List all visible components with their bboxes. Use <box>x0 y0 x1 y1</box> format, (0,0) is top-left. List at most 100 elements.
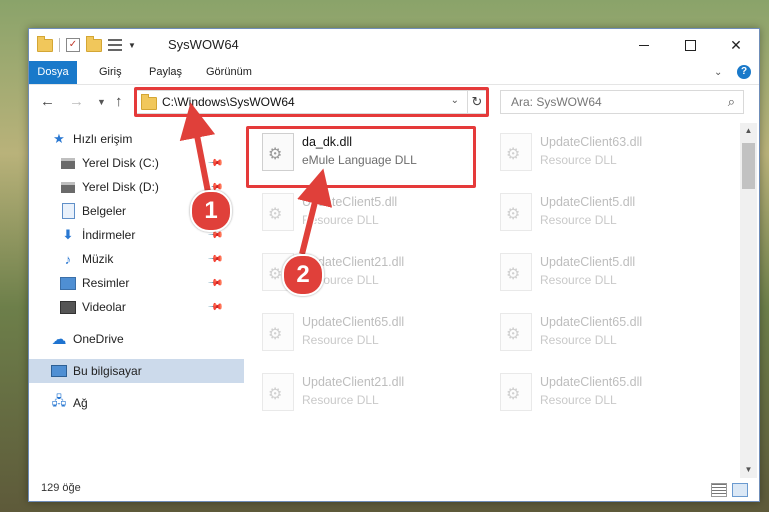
dll-file-icon <box>500 373 532 411</box>
dll-file-icon <box>262 133 294 171</box>
folder-icon <box>141 94 157 110</box>
file-type: Resource DLL <box>540 333 617 347</box>
sidebar-item-label: Müzik <box>82 252 114 266</box>
file-tile[interactable]: UpdateClient21.dll Resource DLL <box>248 367 468 419</box>
search-input[interactable] <box>509 94 713 110</box>
sidebar-item-label: Yerel Disk (C:) <box>82 156 159 170</box>
tab-share[interactable]: Paylaş <box>139 61 192 84</box>
file-name: UpdateClient63.dll <box>540 135 643 149</box>
chevron-down-icon[interactable]: ⌄ <box>451 95 459 106</box>
file-name: UpdateClient21.dll <box>302 375 405 389</box>
file-tile-da-dk[interactable]: da_dk.dll eMule Language DLL <box>248 127 468 179</box>
dll-file-icon <box>262 313 294 351</box>
network-icon: 🖧 <box>51 393 67 408</box>
file-type: Resource DLL <box>302 213 379 227</box>
recent-locations-chevron-icon[interactable]: ▼ <box>97 97 106 107</box>
file-name: UpdateClient65.dll <box>540 375 643 389</box>
scroll-down-icon[interactable]: ▼ <box>740 462 757 478</box>
dll-file-icon <box>500 253 532 291</box>
sidebar-item-this-pc[interactable]: Bu bilgisayar <box>29 359 244 383</box>
item-count: 129 öğe <box>41 482 81 494</box>
sidebar-item-label: Hızlı erişim <box>73 132 133 146</box>
sidebar-item-local-disk-c[interactable]: Yerel Disk (C:) 📌 <box>29 151 253 175</box>
dll-file-icon <box>500 193 532 231</box>
cloud-icon: ☁ <box>51 331 67 348</box>
file-type: Resource DLL <box>302 333 379 347</box>
minimize-icon <box>639 44 649 46</box>
file-type: Resource DLL <box>540 393 617 407</box>
tab-home[interactable]: Giriş <box>89 61 132 84</box>
chevron-down-icon[interactable]: ▼ <box>128 41 136 50</box>
file-tile[interactable]: UpdateClient5.dll Resource DLL <box>486 247 706 299</box>
pin-icon[interactable]: 📌 <box>207 251 224 268</box>
file-name: UpdateClient5.dll <box>540 255 636 269</box>
sidebar-item-network[interactable]: 🖧 Ağ <box>29 391 244 415</box>
maximize-button[interactable] <box>667 29 713 61</box>
forward-arrow-icon[interactable]: → <box>69 93 84 110</box>
search-box[interactable]: ⌕ <box>500 90 744 114</box>
close-button[interactable]: ✕ <box>713 29 759 61</box>
scrollbar-thumb[interactable] <box>742 143 755 189</box>
details-view-icon[interactable] <box>711 483 727 497</box>
tab-view[interactable]: Görünüm <box>196 61 262 84</box>
sidebar-item-quick-access[interactable]: ★ Hızlı erişim <box>29 127 244 151</box>
pin-icon[interactable]: 📌 <box>207 299 224 316</box>
file-tile[interactable]: UpdateClient63.dll Resource DLL <box>486 127 706 179</box>
file-name: da_dk.dll <box>302 135 353 149</box>
expand-ribbon-icon[interactable]: ⌄ <box>714 67 722 78</box>
properties-check-icon[interactable]: ✓ <box>66 38 80 52</box>
search-icon[interactable]: ⌕ <box>728 94 735 110</box>
file-name: UpdateClient65.dll <box>540 315 643 329</box>
help-icon[interactable]: ? <box>737 65 751 79</box>
tab-file[interactable]: Dosya <box>29 61 77 84</box>
navigation-pane: ★ Hızlı erişim Yerel Disk (C:) 📌 Yerel D… <box>29 123 244 473</box>
status-bar: 129 öğe <box>29 478 759 501</box>
customize-toolbar-icon[interactable] <box>108 39 122 51</box>
step-badge-2: 2 <box>282 254 324 296</box>
sidebar-item-music[interactable]: ♪ Müzik 📌 <box>29 247 253 271</box>
title-bar: ✓ ▼ SysWOW64 ✕ <box>29 29 759 61</box>
file-type: Resource DLL <box>540 273 617 287</box>
file-tile[interactable]: UpdateClient5.dll Resource DLL <box>486 187 706 239</box>
address-bar[interactable]: C:\Windows\SysWOW64 ⌄ <box>134 90 468 114</box>
sidebar-item-label: Videolar <box>82 300 126 314</box>
new-folder-icon[interactable] <box>86 35 102 52</box>
file-tile[interactable]: UpdateClient5.dll Resource DLL <box>248 187 468 239</box>
scroll-up-icon[interactable]: ▲ <box>740 123 757 139</box>
dll-file-icon <box>500 313 532 351</box>
file-tile[interactable]: UpdateClient21.dll Resource DLL <box>248 247 468 299</box>
download-icon: ⬇ <box>62 227 74 242</box>
window-title: SysWOW64 <box>168 37 239 52</box>
file-tile[interactable]: UpdateClient65.dll Resource DLL <box>486 367 706 419</box>
file-list: da_dk.dll eMule Language DLL UpdateClien… <box>234 123 739 473</box>
refresh-icon: ↻ <box>471 94 483 109</box>
file-tile[interactable]: UpdateClient65.dll Resource DLL <box>486 307 706 359</box>
documents-icon <box>60 203 76 219</box>
sidebar-item-label: OneDrive <box>73 332 124 346</box>
sidebar-item-label: Belgeler <box>82 204 127 218</box>
sidebar-item-label: Resimler <box>82 276 130 290</box>
navigation-bar: ← → ▼ ↑ C:\Windows\SysWOW64 ⌄ ↻ ⌕ <box>29 87 759 117</box>
file-tile[interactable]: UpdateClient65.dll Resource DLL <box>248 307 468 359</box>
pin-icon[interactable]: 📌 <box>207 155 224 172</box>
pin-icon[interactable]: 📌 <box>207 275 224 292</box>
sidebar-item-pictures[interactable]: Resimler 📌 <box>29 271 253 295</box>
large-icons-view-icon[interactable] <box>732 483 748 497</box>
minimize-button[interactable] <box>621 29 667 61</box>
file-name: UpdateClient5.dll <box>302 195 398 209</box>
maximize-icon <box>684 39 696 51</box>
folder-icon[interactable] <box>37 35 53 52</box>
file-name: UpdateClient65.dll <box>302 315 405 329</box>
address-path[interactable]: C:\Windows\SysWOW64 <box>162 95 295 109</box>
sidebar-item-label: Yerel Disk (D:) <box>82 180 159 194</box>
file-type: Resource DLL <box>302 393 379 407</box>
sidebar-item-label: İndirmeler <box>82 228 136 242</box>
sidebar-item-onedrive[interactable]: ☁ OneDrive <box>29 327 244 351</box>
vertical-scrollbar[interactable]: ▲ ▼ <box>740 123 757 478</box>
toolbar-separator <box>59 38 60 52</box>
music-icon: ♪ <box>64 251 72 267</box>
sidebar-item-videos[interactable]: Videolar 📌 <box>29 295 253 319</box>
back-arrow-icon[interactable]: ← <box>40 93 55 110</box>
up-arrow-icon[interactable]: ↑ <box>115 93 123 110</box>
refresh-button[interactable]: ↻ <box>466 90 489 114</box>
